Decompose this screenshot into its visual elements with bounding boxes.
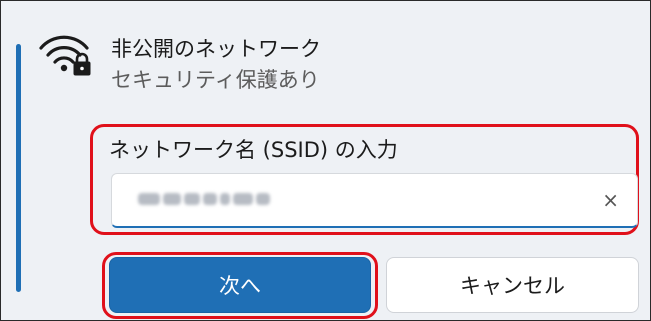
network-security-status: セキュリティ保護あり	[111, 68, 320, 92]
network-name: 非公開のネットワーク	[111, 37, 321, 61]
ssid-label: ネットワーク名 (SSID) の入力	[109, 138, 398, 162]
selection-accent-bar	[16, 44, 21, 292]
clear-input-icon[interactable]: ×	[602, 186, 619, 214]
wifi-lock-icon	[39, 35, 91, 76]
ssid-value-obscured	[138, 191, 270, 207]
ssid-input[interactable]: ×	[111, 173, 638, 228]
wifi-network-panel: 非公開のネットワーク セキュリティ保護あり ネットワーク名 (SSID) の入力…	[0, 0, 651, 321]
cancel-button[interactable]: キャンセル	[386, 257, 639, 313]
next-button[interactable]: 次へ	[109, 257, 371, 313]
